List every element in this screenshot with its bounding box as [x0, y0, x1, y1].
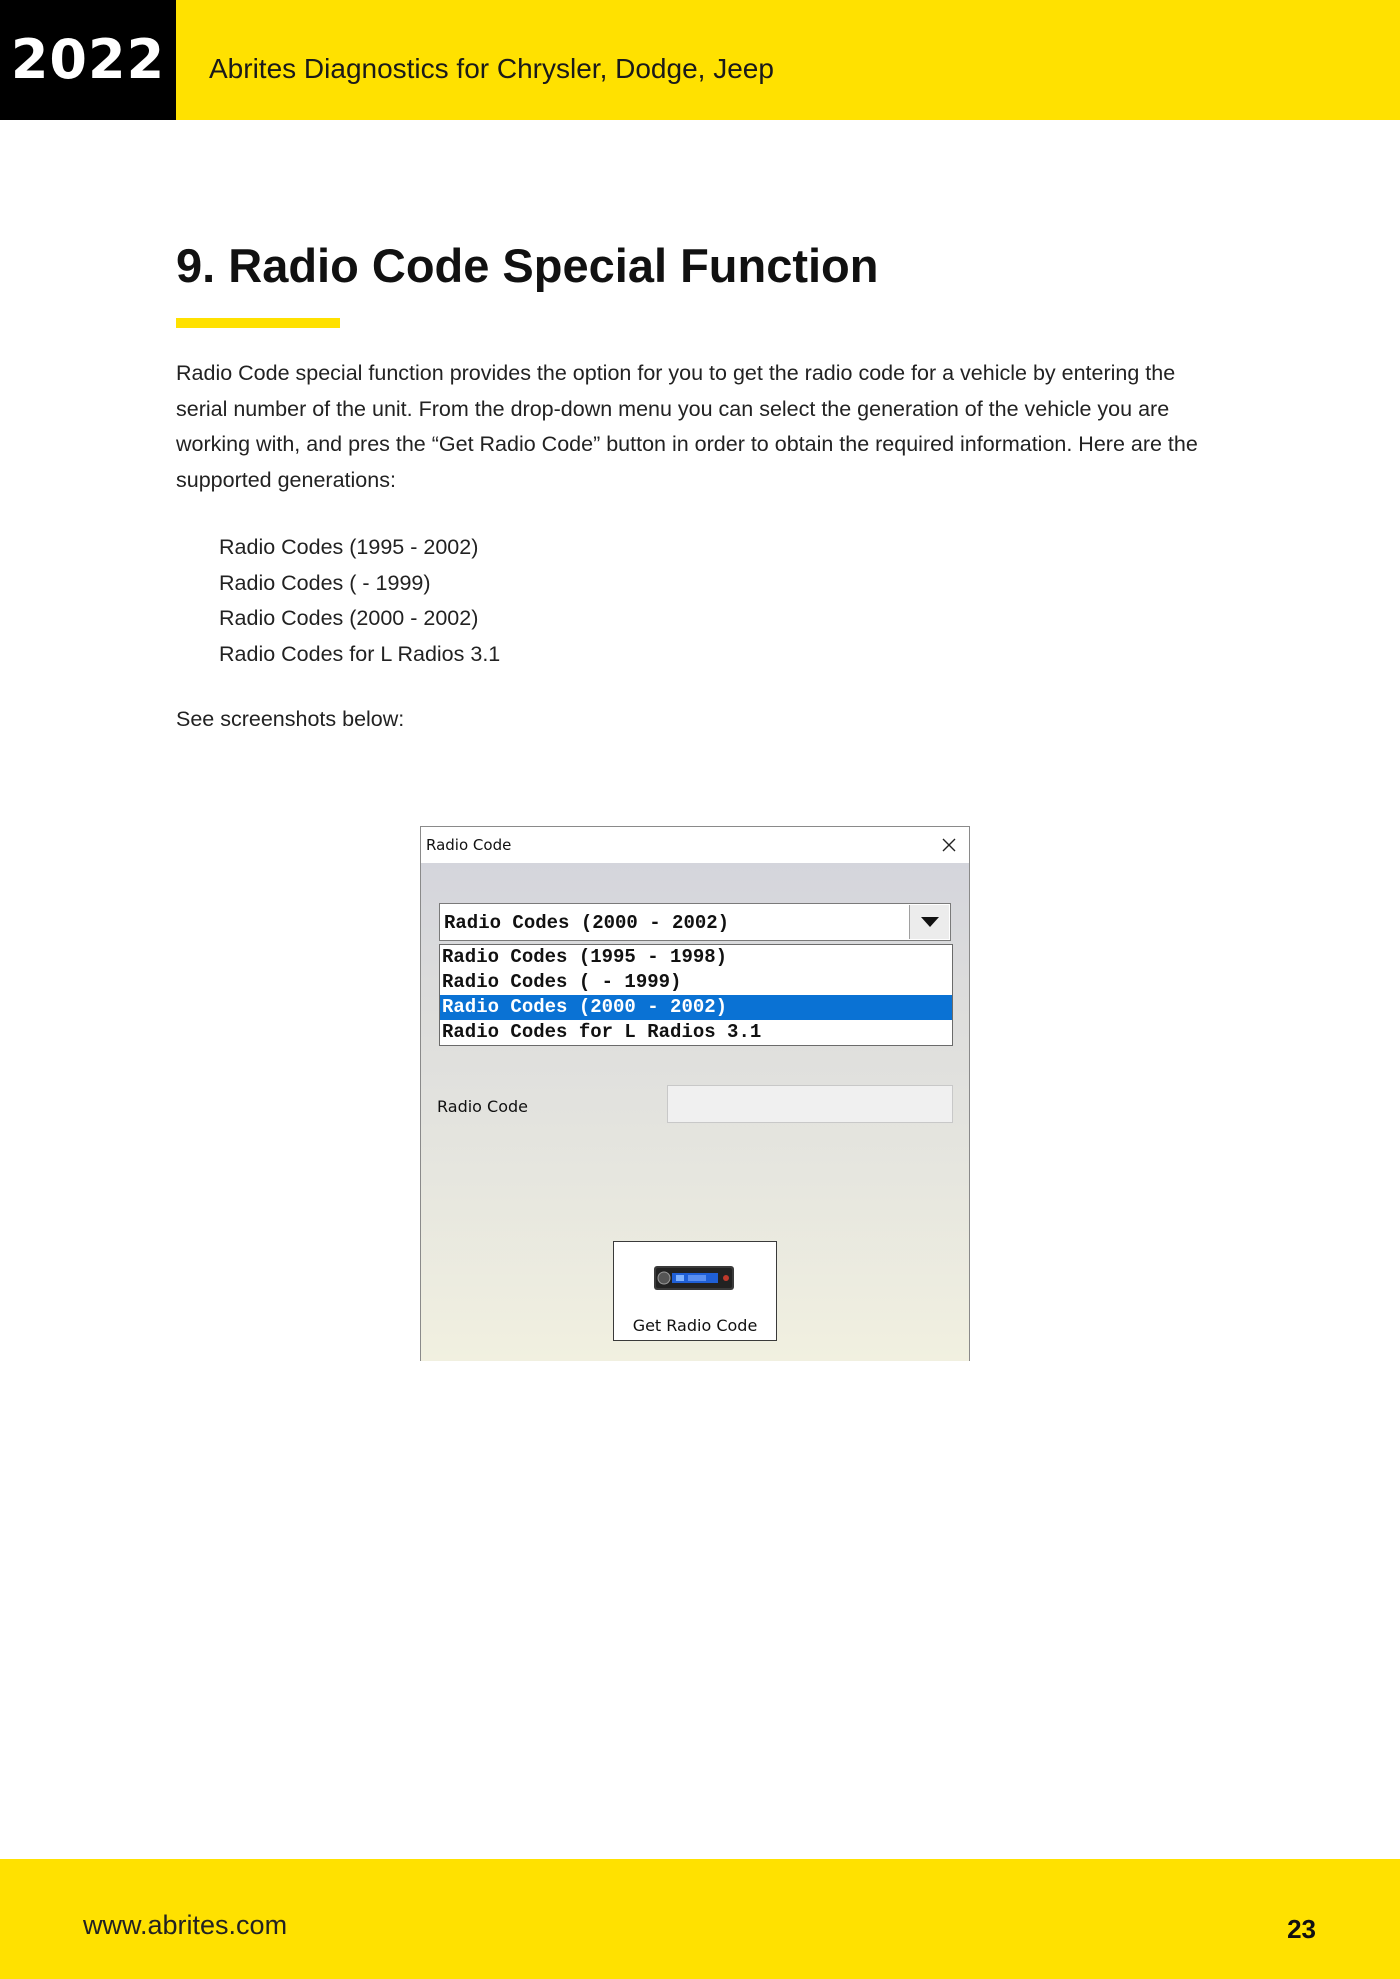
radio-code-dialog: Radio Code Radio Codes (2000 - 2002) Rad… — [420, 826, 970, 1361]
chevron-down-icon — [921, 917, 939, 927]
dialog-titlebar: Radio Code — [421, 827, 969, 863]
radio-code-label: Radio Code — [437, 1097, 529, 1116]
generation-select[interactable]: Radio Codes (2000 - 2002) — [439, 903, 951, 941]
dropdown-toggle-button[interactable] — [909, 905, 949, 939]
dropdown-option[interactable]: Radio Codes (1995 - 1998) — [440, 945, 952, 970]
get-radio-code-label: Get Radio Code — [632, 1316, 758, 1335]
car-radio-icon — [654, 1266, 734, 1290]
close-icon[interactable] — [937, 833, 961, 857]
page-number: 23 — [1287, 1914, 1316, 1944]
dialog-title: Radio Code — [426, 836, 512, 854]
dropdown-option[interactable]: Radio Codes ( - 1999) — [440, 970, 952, 995]
year-badge: 2022 — [0, 0, 176, 120]
list-item: Radio Codes (2000 - 2002) — [219, 606, 479, 630]
title-underline — [176, 318, 340, 328]
footer-url-link[interactable]: www.abrites.com — [83, 1910, 287, 1941]
list-item: Radio Codes (1995 - 2002) — [219, 535, 479, 559]
generation-select-value: Radio Codes (2000 - 2002) — [444, 912, 730, 934]
dropdown-option[interactable]: Radio Codes for L Radios 3.1 — [440, 1020, 952, 1045]
list-item: Radio Codes for L Radios 3.1 — [219, 641, 501, 666]
page-title: 9. Radio Code Special Function — [176, 239, 879, 292]
generation-dropdown-list: Radio Codes (1995 - 1998) Radio Codes ( … — [439, 944, 953, 1046]
radio-code-field[interactable] — [667, 1085, 953, 1123]
intro-paragraph: Radio Code special function provides the… — [176, 361, 1198, 492]
list-item: Radio Codes ( - 1999) — [219, 570, 431, 595]
header-title: Abrites Diagnostics for Chrysler, Dodge,… — [209, 53, 774, 84]
dropdown-option-selected[interactable]: Radio Codes (2000 - 2002) — [440, 995, 952, 1020]
get-radio-code-button[interactable]: Get Radio Code — [613, 1241, 777, 1341]
generations-list: Radio Codes (1995 - 2002) Radio Codes ( … — [219, 530, 500, 672]
see-screenshots-text: See screenshots below: — [176, 707, 405, 731]
